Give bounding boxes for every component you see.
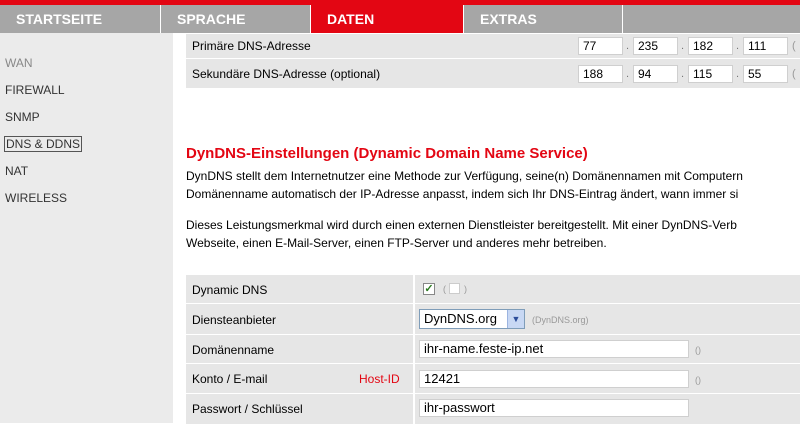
ip-separator: . — [626, 68, 630, 80]
ip-separator: . — [681, 40, 685, 52]
column-divider — [413, 394, 415, 424]
sidebar-item-wan[interactable]: WAN — [5, 56, 33, 70]
sidebar: WAN FIREWALL SNMP DNS & DDNS NAT WIRELES… — [0, 33, 173, 423]
secondary-dns-octet-4[interactable]: 55 — [743, 65, 788, 83]
column-divider — [413, 304, 415, 334]
host-id-label: Host-ID — [359, 372, 400, 386]
main-content: Primäre DNS-Adresse 77 . 235 . 182 . 111… — [173, 33, 800, 424]
tab-sprache[interactable]: SPRACHE — [161, 5, 310, 33]
secondary-dns-octet-2[interactable]: 94 — [633, 65, 678, 83]
account-input[interactable]: 12421 — [419, 370, 689, 388]
dynamic-dns-default-checkbox — [449, 283, 460, 294]
primary-dns-hint: ( — [792, 40, 796, 52]
primary-dns-label: Primäre DNS-Adresse — [192, 39, 311, 53]
description-line: DynDNS stellt dem Internetnutzer eine Me… — [186, 169, 743, 183]
password-input[interactable]: ihr-passwort — [419, 399, 689, 417]
sidebar-item-wireless[interactable]: WIRELESS — [5, 191, 67, 205]
primary-dns-octet-1[interactable]: 77 — [578, 37, 623, 55]
primary-dns-octet-4[interactable]: 111 — [743, 37, 788, 55]
provider-select[interactable]: DynDNS.org ▼ — [419, 309, 525, 329]
column-divider — [413, 335, 415, 363]
tab-extras[interactable]: EXTRAS — [464, 5, 622, 33]
secondary-dns-hint: ( — [792, 68, 796, 80]
provider-label: Diensteanbieter — [192, 313, 277, 327]
account-label: Konto / E-mail — [192, 372, 268, 386]
dynamic-dns-hint-open: ( — [443, 284, 446, 294]
chevron-down-icon[interactable]: ▼ — [507, 310, 524, 328]
secondary-dns-label: Sekundäre DNS-Adresse (optional) — [192, 67, 381, 81]
description-line: Dieses Leistungsmerkmal wird durch einen… — [186, 218, 737, 232]
provider-select-value: DynDNS.org — [424, 311, 497, 326]
provider-hint: (DynDNS.org) — [532, 315, 589, 325]
primary-dns-octet-3[interactable]: 182 — [688, 37, 733, 55]
sidebar-item-dns-ddns[interactable]: DNS & DDNS — [4, 136, 83, 152]
sidebar-item-snmp[interactable]: SNMP — [5, 110, 40, 124]
secondary-dns-octet-1[interactable]: 188 — [578, 65, 623, 83]
domain-input[interactable]: ihr-name.feste-ip.net — [419, 340, 689, 358]
description-line: Webseite, einen E-Mail-Server, einen FTP… — [186, 236, 607, 250]
secondary-dns-octet-3[interactable]: 115 — [688, 65, 733, 83]
primary-dns-octet-2[interactable]: 235 — [633, 37, 678, 55]
primary-dns-row: Primäre DNS-Adresse 77 . 235 . 182 . 111… — [186, 33, 800, 58]
dynamic-dns-label: Dynamic DNS — [192, 283, 268, 297]
sidebar-item-nat[interactable]: NAT — [5, 164, 28, 178]
tab-startseite[interactable]: STARTSEITE — [0, 5, 160, 33]
domain-row: Domänenname ihr-name.feste-ip.net () — [186, 334, 800, 363]
account-hint: () — [695, 375, 701, 385]
secondary-dns-row: Sekundäre DNS-Adresse (optional) 188 . 9… — [186, 58, 800, 88]
column-divider — [413, 275, 415, 303]
password-row: Passwort / Schlüssel ihr-passwort — [186, 393, 800, 424]
column-divider — [413, 364, 415, 393]
sidebar-item-firewall[interactable]: FIREWALL — [5, 83, 65, 97]
password-label: Passwort / Schlüssel — [192, 402, 303, 416]
tab-daten[interactable]: DATEN — [311, 5, 463, 33]
description-line: Domänenname automatisch der IP-Adresse a… — [186, 187, 739, 201]
dynamic-dns-hint-close: ) — [464, 284, 467, 294]
provider-row: Diensteanbieter DynDNS.org ▼ (DynDNS.org… — [186, 303, 800, 334]
domain-hint: () — [695, 345, 701, 355]
ip-separator: . — [681, 68, 685, 80]
ip-separator: . — [736, 68, 740, 80]
dynamic-dns-row: Dynamic DNS ✓ ( ) — [186, 274, 800, 303]
top-navigation: STARTSEITE SPRACHE DATEN EXTRAS — [0, 0, 800, 33]
ip-separator: . — [626, 40, 630, 52]
tab-filler — [623, 5, 800, 33]
account-row: Konto / E-mail Host-ID 12421 () — [186, 363, 800, 393]
section-title: DynDNS-Einstellungen (Dynamic Domain Nam… — [186, 145, 588, 162]
domain-label: Domänenname — [192, 343, 275, 357]
dynamic-dns-checkbox[interactable]: ✓ — [423, 283, 435, 295]
ip-separator: . — [736, 40, 740, 52]
